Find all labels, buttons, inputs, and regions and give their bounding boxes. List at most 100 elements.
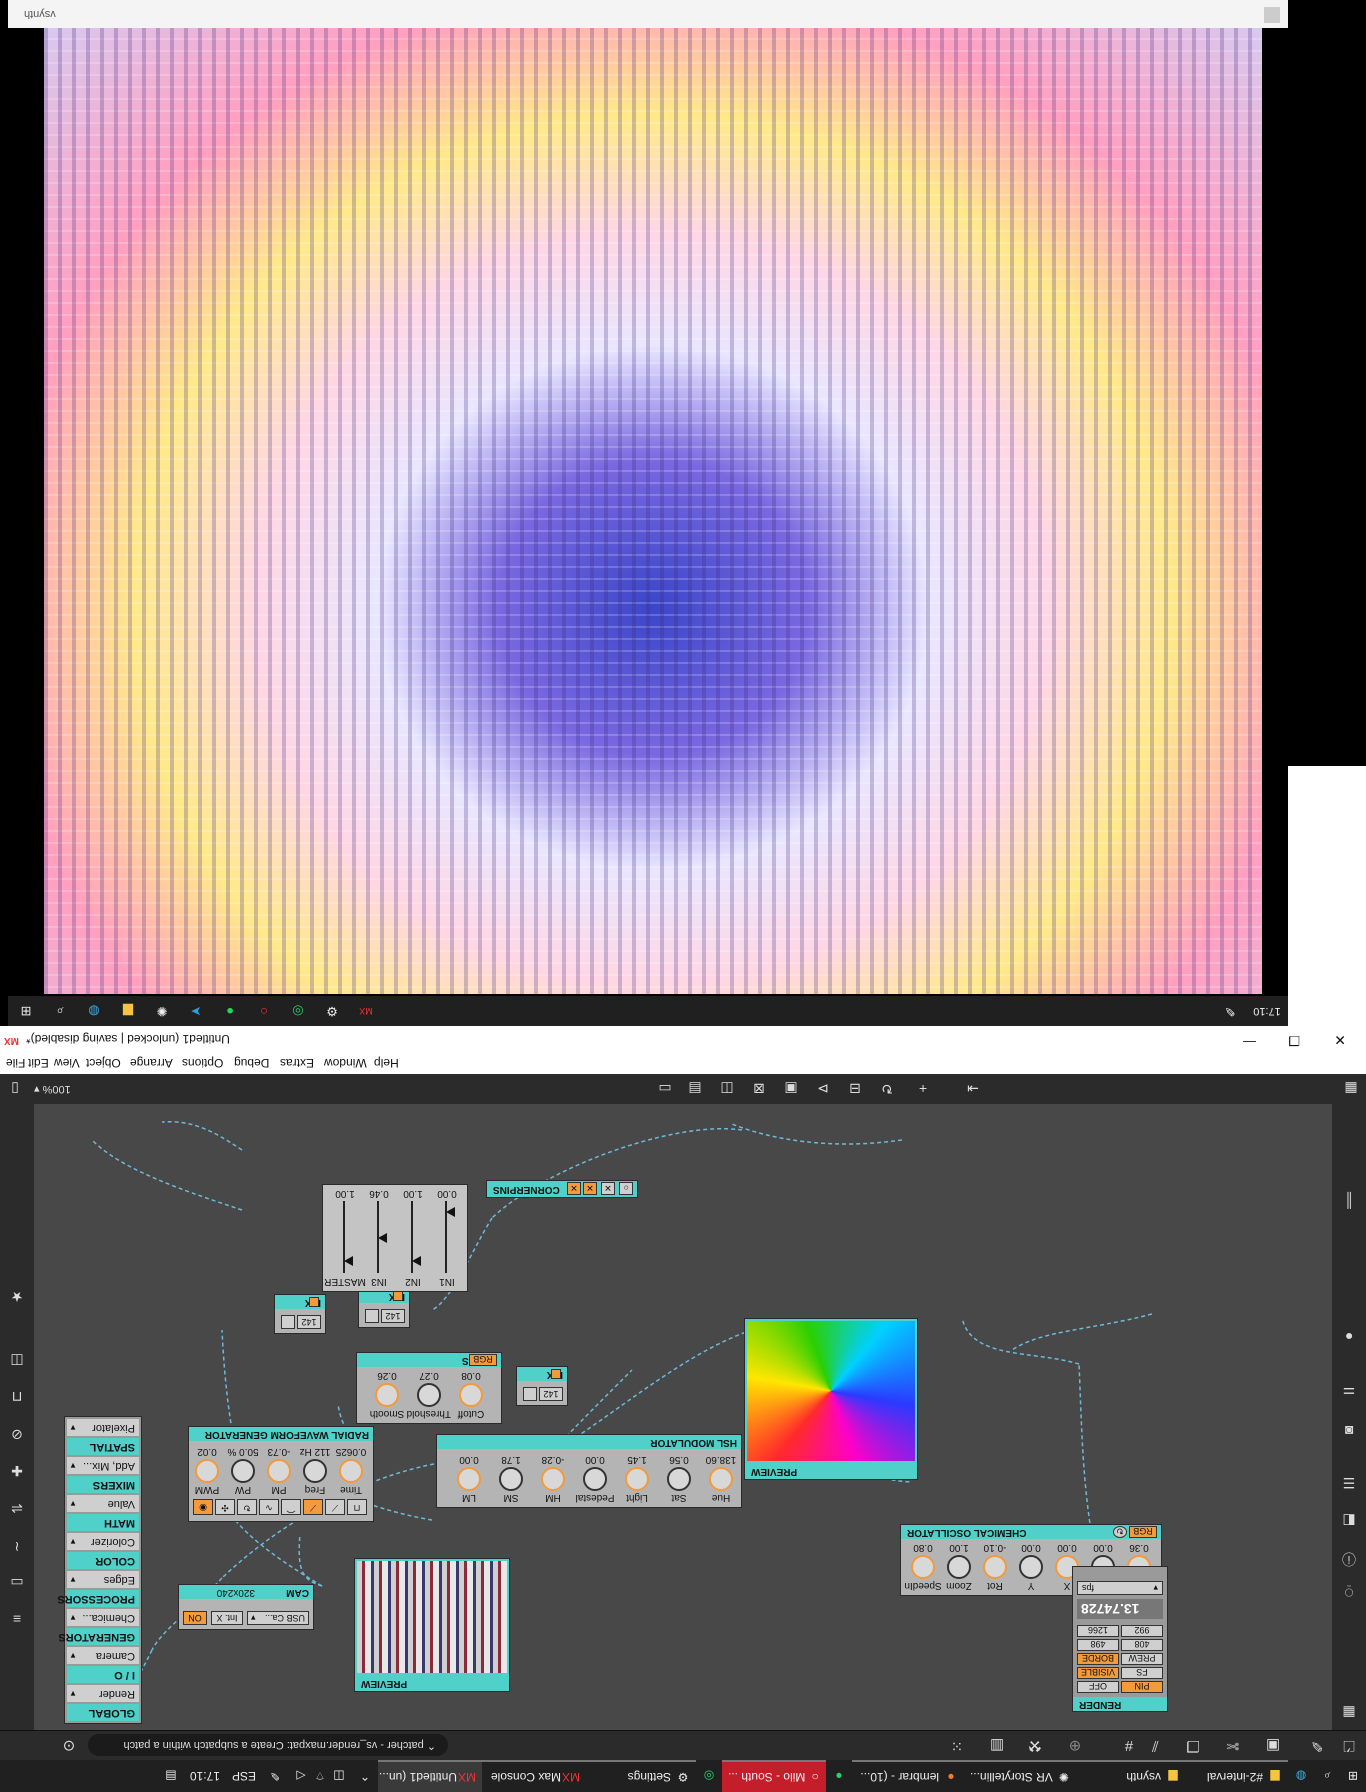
menu-object[interactable]: Object <box>86 1056 121 1070</box>
max-icon[interactable]: MX <box>358 1003 374 1019</box>
wave-shape-button[interactable]: ✣ <box>215 1499 235 1515</box>
menu-module-select[interactable]: Edges ▼ <box>67 1571 139 1588</box>
search-button[interactable]: ⌕ <box>1314 1760 1340 1792</box>
present-icon[interactable]: ⊳ <box>812 1080 834 1098</box>
notifications-button[interactable]: ▤ <box>158 1760 184 1792</box>
taskbar-item-milo[interactable]: ○ Milo - South ... <box>722 1760 826 1792</box>
lock-icon[interactable]: ⏍ <box>1338 1735 1360 1755</box>
camera-icon[interactable]: ◫ <box>716 1080 738 1098</box>
cam-device-select[interactable]: USB Ca... ▾ <box>247 1611 309 1625</box>
menu-module-select[interactable]: Chemica... ▼ <box>67 1609 139 1626</box>
cam-on-button[interactable]: ON <box>183 1611 207 1625</box>
close-icon[interactable]: ✕ <box>567 1182 581 1195</box>
render-visible-button[interactable]: VISIBLE <box>1077 1667 1119 1679</box>
menu-module-select[interactable]: Pixelator ▼ <box>67 1419 139 1436</box>
menu-module-select[interactable]: Camera ▼ <box>67 1647 139 1664</box>
menu-module-select[interactable]: Render ▼ <box>67 1685 139 1702</box>
start-button[interactable]: ⊞ <box>1340 1760 1366 1792</box>
menu-category-header[interactable]: PROCESSORS <box>57 1590 139 1607</box>
pen-button[interactable]: ✎ <box>262 1760 288 1792</box>
cam-module[interactable]: ON Int. X USB Ca... ▾ CAM 320x240 <box>178 1584 314 1630</box>
hsl-knob[interactable] <box>709 1467 733 1491</box>
render-w-field[interactable]: 1266 <box>1077 1625 1119 1637</box>
gear-icon[interactable]: ⚙ <box>324 1003 340 1019</box>
render-title-bar[interactable]: RENDER <box>1073 1697 1167 1711</box>
spotify-icon[interactable]: ● <box>222 1003 238 1019</box>
render-module[interactable]: RENDER PIN OFF FS VISIBLE PREW BORDE 408… <box>1072 1566 1168 1712</box>
pix-value[interactable]: 142 <box>539 1387 563 1401</box>
fps-select[interactable]: fps ▾ <box>1077 1581 1163 1595</box>
menu-module-select[interactable]: Value ▼ <box>67 1495 139 1512</box>
resize-grip-icon[interactable] <box>1264 7 1280 23</box>
patcher-canvas[interactable]: GLOBAL Render ▼ I / O Camera ▼ GENERATORS Chemi… <box>34 1104 1332 1730</box>
menu-extras[interactable]: Extras <box>280 1056 314 1070</box>
menu-category-header[interactable]: GENERATORS <box>58 1628 139 1645</box>
wave-shape-button[interactable]: ⟋ <box>303 1499 323 1515</box>
wave-shape-button[interactable]: ⟋ <box>325 1499 345 1515</box>
zoom-select[interactable]: 100% ▾ <box>34 1080 74 1098</box>
shuffle-icon[interactable]: ⇌ <box>8 1500 26 1518</box>
chem-knob[interactable] <box>911 1555 935 1579</box>
wave-shape-button[interactable]: ⌒ <box>281 1499 301 1515</box>
menu-view[interactable]: View <box>54 1056 80 1070</box>
telegram-icon[interactable]: ➤ <box>188 1003 204 1019</box>
edges-knob[interactable] <box>417 1383 441 1407</box>
scroll-icon[interactable]: ║ <box>1340 1192 1358 1210</box>
wrench-icon[interactable]: ⚒ <box>1024 1735 1046 1755</box>
pix-value[interactable]: 142 <box>297 1315 321 1329</box>
cam-title-bar[interactable]: CAM 320x240 <box>179 1585 313 1599</box>
pix-toggle[interactable] <box>281 1315 295 1329</box>
menu-module-select[interactable]: Add, Mix... ▼ <box>67 1457 139 1474</box>
edge-icon[interactable]: ◍ <box>86 1003 102 1019</box>
menu-window[interactable]: Window <box>324 1056 367 1070</box>
radial-title-bar[interactable]: RADIAL WAVEFORM GENERATOR <box>189 1427 373 1441</box>
taskbar-item-settings[interactable]: ⚙ Settings <box>586 1760 696 1792</box>
info-icon[interactable]: ◧ <box>1340 1512 1358 1530</box>
render-w2-field[interactable]: 498 <box>1077 1639 1119 1651</box>
chem-preview-module[interactable]: PREVIEW <box>744 1318 918 1480</box>
taskbar-item-lembrar[interactable]: ● lembrar - (10... <box>852 1760 964 1792</box>
render-border-button[interactable]: BORDE <box>1077 1653 1119 1665</box>
hsl-knob[interactable] <box>667 1467 691 1491</box>
spotify-button[interactable]: ● <box>826 1760 852 1792</box>
taskbar-item-vsynth[interactable]: ▆ vsynth <box>1076 1760 1186 1792</box>
clip-icon[interactable]: ⊘ <box>8 1426 26 1444</box>
close-icon[interactable]: ⊠ <box>748 1080 770 1098</box>
pix-module[interactable]: 142 PIX <box>358 1288 410 1328</box>
pix-title-bar[interactable]: PIX <box>275 1295 325 1309</box>
hsl-knob[interactable] <box>583 1467 607 1491</box>
presentation-icon[interactable]: ▣ <box>1262 1735 1284 1755</box>
wave-icon[interactable]: ≀ <box>8 1538 26 1556</box>
layer-icon[interactable]: ❐ <box>1182 1735 1204 1755</box>
opera-icon[interactable]: ○ <box>256 1003 272 1019</box>
pix-orange-toggle[interactable] <box>393 1291 403 1301</box>
radial-knob[interactable] <box>303 1459 327 1483</box>
menu-icon[interactable]: ≡ <box>8 1610 26 1628</box>
taskbar-item-max-console[interactable]: MX Max Console <box>482 1760 586 1792</box>
edge-button[interactable]: ◍ <box>1288 1760 1314 1792</box>
tray-icons[interactable]: ◫ ⌔ ◁ <box>288 1760 352 1792</box>
grid-icon[interactable]: ▤ <box>684 1080 706 1098</box>
pix-module[interactable]: 142 PIX <box>274 1294 326 1334</box>
render-fs-button[interactable]: FS <box>1121 1667 1163 1679</box>
slider-handle[interactable] <box>412 1256 421 1267</box>
radial-knob[interactable] <box>195 1459 219 1483</box>
edit-icon[interactable]: ✎ <box>1306 1735 1328 1755</box>
hsl-knob[interactable] <box>541 1467 565 1491</box>
pen-icon[interactable]: ✎ <box>1222 1003 1238 1019</box>
grid-icon[interactable]: ▦ <box>1340 1704 1358 1722</box>
folder-icon[interactable]: ▆ <box>120 1003 136 1019</box>
wave-shape-button[interactable]: ◉ <box>193 1499 213 1515</box>
pix-orange-toggle[interactable] <box>309 1297 319 1307</box>
tray-overflow[interactable]: ⌃ <box>352 1760 378 1792</box>
sidebar-toggle-icon[interactable]: ▯ <box>4 1080 26 1098</box>
arrow-icon[interactable]: ⇥ <box>962 1080 984 1098</box>
windows-icon[interactable]: ⊞ <box>18 1003 34 1019</box>
magnet-icon[interactable]: ⊕ <box>1064 1735 1086 1755</box>
fit-icon[interactable]: ▣ <box>780 1080 802 1098</box>
cam-int-button[interactable]: Int. X <box>211 1611 243 1625</box>
chem-knob[interactable] <box>947 1555 971 1579</box>
reset-icon[interactable]: ○ <box>619 1182 633 1195</box>
taskbar-item-vr[interactable]: ✺ VR Storytellin... <box>964 1760 1076 1792</box>
clock[interactable]: 17:10 <box>184 1760 226 1792</box>
